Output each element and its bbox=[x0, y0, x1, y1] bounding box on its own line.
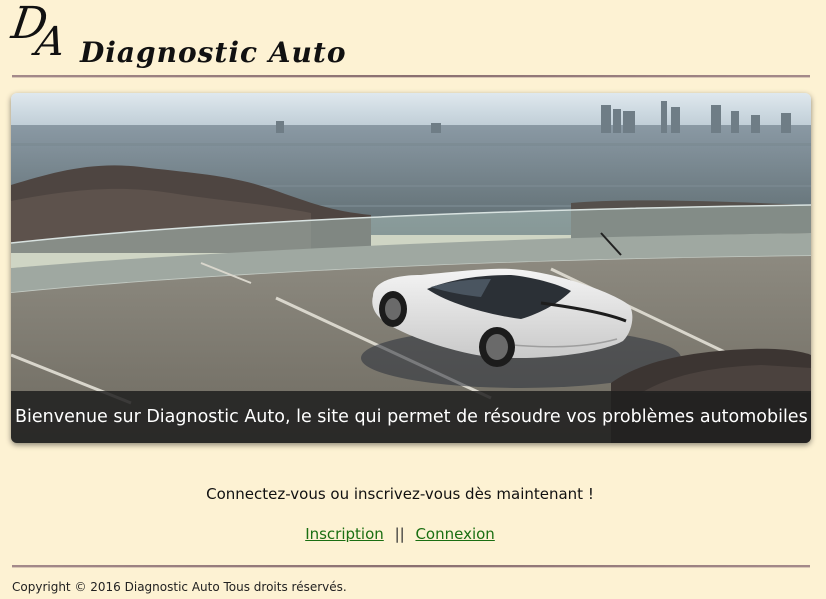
link-separator: || bbox=[394, 525, 405, 543]
call-to-action-text: Connectez-vous ou inscrivez-vous dès mai… bbox=[206, 485, 594, 503]
header-divider bbox=[12, 75, 810, 78]
logo[interactable]: D A bbox=[8, 0, 74, 68]
auth-links: Inscription || Connexion bbox=[0, 525, 800, 543]
signup-link[interactable]: Inscription bbox=[305, 525, 384, 543]
hero-banner: Bienvenue sur Diagnostic Auto, le site q… bbox=[11, 93, 811, 443]
site-title: Diagnostic Auto bbox=[80, 36, 347, 69]
footer-copyright: Copyright © 2016 Diagnostic Auto Tous dr… bbox=[12, 580, 347, 594]
hero-caption: Bienvenue sur Diagnostic Auto, le site q… bbox=[11, 391, 811, 443]
site-header: D A Diagnostic Auto bbox=[0, 0, 826, 76]
login-link[interactable]: Connexion bbox=[415, 525, 494, 543]
logo-letter-a: A bbox=[32, 19, 69, 65]
footer-divider bbox=[12, 565, 810, 568]
